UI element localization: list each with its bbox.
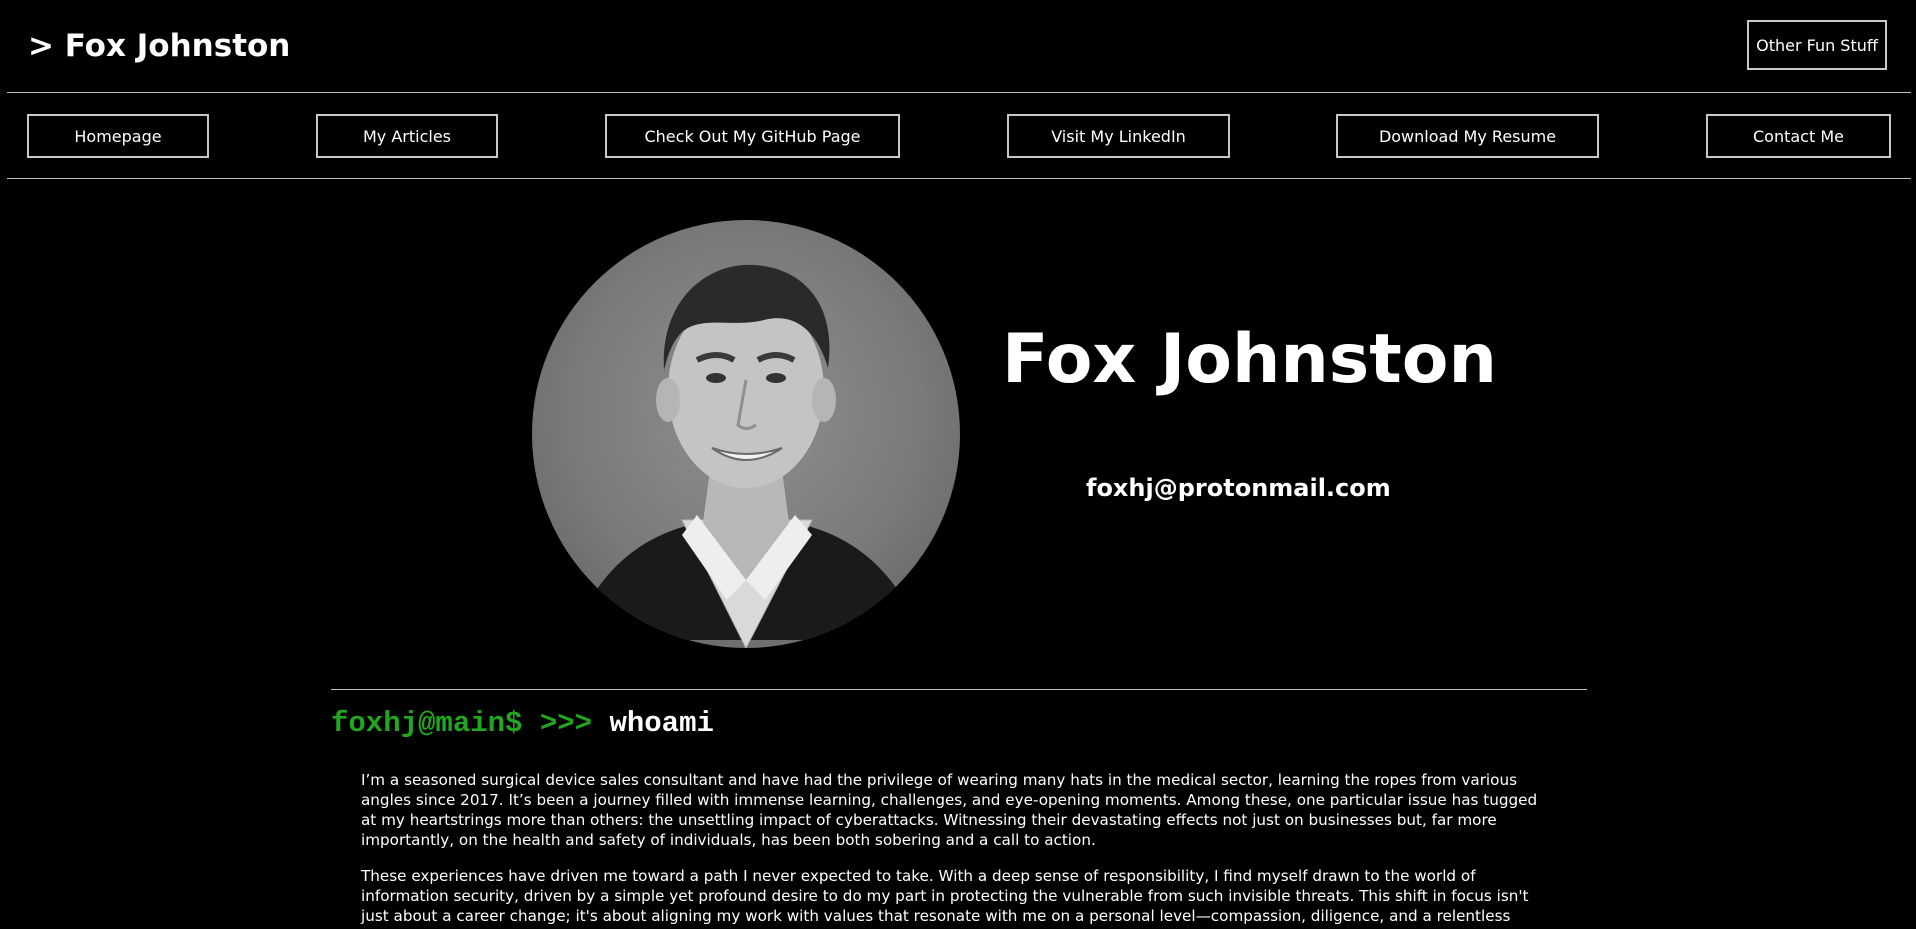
- profile-photo: [532, 220, 960, 648]
- about-paragraph: I’m a seasoned surgical device sales con…: [361, 771, 1538, 849]
- page: > Fox Johnston Other Fun Stuff Homepage …: [0, 0, 1916, 929]
- prompt-user: foxhj@main$ >>>: [331, 707, 610, 740]
- about-paragraph: These experiences have driven me toward …: [361, 867, 1529, 929]
- nav-homepage-button[interactable]: Homepage: [27, 114, 209, 158]
- about-divider: [331, 689, 1587, 690]
- other-fun-stuff-button[interactable]: Other Fun Stuff: [1747, 20, 1887, 70]
- nav-linkedin-button[interactable]: Visit My LinkedIn: [1007, 114, 1230, 158]
- terminal-prompt: foxhj@main$ >>> whoami: [331, 707, 714, 740]
- nav-divider: [7, 178, 1911, 179]
- profile-name: Fox Johnston: [1002, 320, 1497, 399]
- header-divider: [7, 92, 1911, 93]
- nav-github-button[interactable]: Check Out My GitHub Page: [605, 114, 900, 158]
- about-text: I’m a seasoned surgical device sales con…: [361, 770, 1557, 929]
- person-portrait-icon: [572, 264, 922, 648]
- nav-contact-button[interactable]: Contact Me: [1706, 114, 1891, 158]
- nav-resume-button[interactable]: Download My Resume: [1336, 114, 1599, 158]
- prompt-command: whoami: [609, 707, 714, 740]
- nav-articles-button[interactable]: My Articles: [316, 114, 498, 158]
- site-title[interactable]: > Fox Johnston: [28, 28, 290, 64]
- profile-email[interactable]: foxhj@protonmail.com: [1086, 474, 1391, 502]
